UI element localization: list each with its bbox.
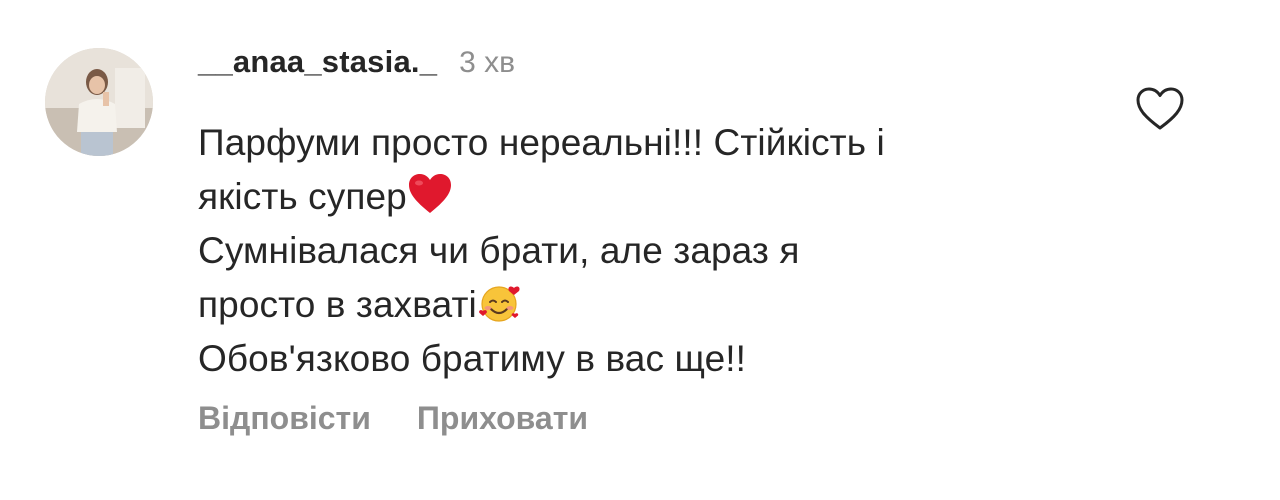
smiling-face-with-hearts-emoji (478, 286, 520, 322)
comment-line: Парфуми просто нереальні!!! Стійкість і (198, 116, 1118, 170)
username[interactable]: __anaa_stasia._ (198, 44, 437, 80)
reply-button[interactable]: Відповісти (198, 400, 371, 437)
avatar[interactable] (45, 48, 153, 156)
comment-meta: __anaa_stasia._ 3 хв (198, 44, 1118, 96)
comment: __anaa_stasia._ 3 хв Парфуми просто нере… (0, 0, 1280, 500)
heart-outline-icon[interactable] (1135, 86, 1185, 132)
comment-line: якість супер (198, 170, 1118, 224)
comment-line: Обов'язково братиму в вас ще!! (198, 332, 1118, 386)
comment-actions: Відповісти Приховати (198, 400, 1118, 437)
comment-line-text: якість супер (198, 176, 407, 217)
comment-line: просто в захваті (198, 278, 1118, 332)
avatar-photo (45, 48, 153, 156)
comment-line-text: Обов'язково братиму в вас ще!! (198, 338, 747, 379)
comment-line-text: просто в захваті (198, 284, 477, 325)
comment-line: Сумнівалася чи брати, але зараз я (198, 224, 1118, 278)
comment-line-text: Парфуми просто нереальні!!! Стійкість і (198, 122, 885, 163)
comment-line-text: Сумнівалася чи брати, але зараз я (198, 230, 800, 271)
red-heart-emoji (408, 174, 451, 213)
timestamp: 3 хв (459, 46, 516, 79)
comment-text: Парфуми просто нереальні!!! Стійкість і … (198, 116, 1118, 386)
comment-body: __anaa_stasia._ 3 хв Парфуми просто нере… (198, 44, 1118, 437)
hide-button[interactable]: Приховати (417, 400, 588, 437)
